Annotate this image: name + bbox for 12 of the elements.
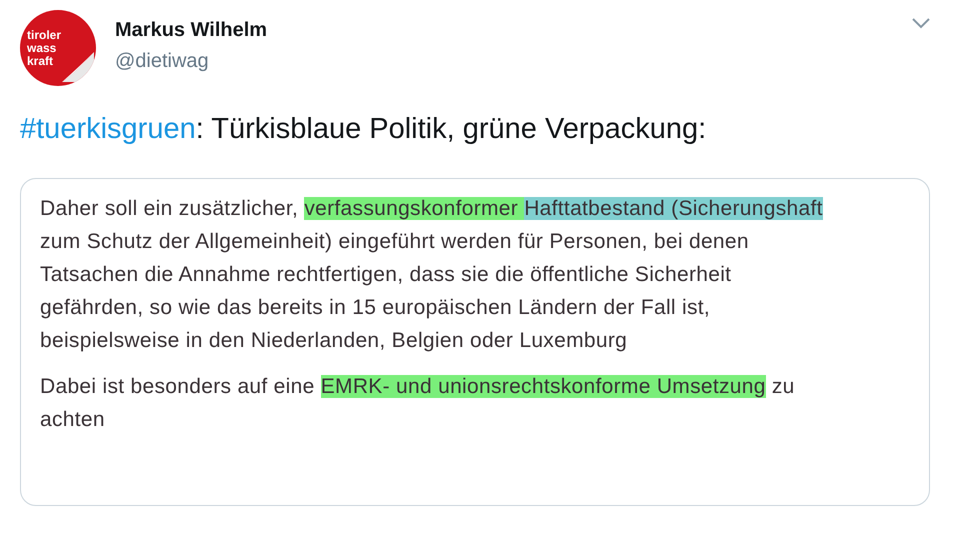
logo-text: wass: [27, 42, 58, 54]
author-name[interactable]: Markus Wilhelm: [115, 19, 268, 42]
document-paragraph: Dabei ist besonders auf eine EMRK- und unionsrechtskonforme Umsetzung zu achten: [40, 374, 796, 433]
page-curl-icon: [60, 52, 94, 82]
tweet-text: #tuerkisgruen: Türkisblaue Politik, grüne Verpackung:: [20, 113, 708, 146]
hashtag-link[interactable]: #tuerkisgruen: [20, 113, 196, 145]
logo-text: tiroler: [27, 28, 62, 42]
logo-text: kraft: [27, 54, 54, 68]
chevron-down-icon[interactable]: [912, 18, 930, 29]
document-paragraph: Daher soll ein zusätzlicher, verfassungskonformer Hafttatbestand (Sicherungshaft zum Schutz der Allgemeinheit) eingeführt werden für Personen, bei denen Tatsachen die Annahme rechtfertigen, dass sie die öffentliche Sicherheit gefährden, so wie das bereits in 15 europäischen Ländern der Fall ist, beispielsweise in den Niederlanden, Belgien oder Luxemburg: [40, 196, 824, 354]
author-handle[interactable]: @dietiwag: [115, 50, 268, 73]
avatar-logo[interactable]: tiroler wass kraft: [20, 10, 96, 86]
